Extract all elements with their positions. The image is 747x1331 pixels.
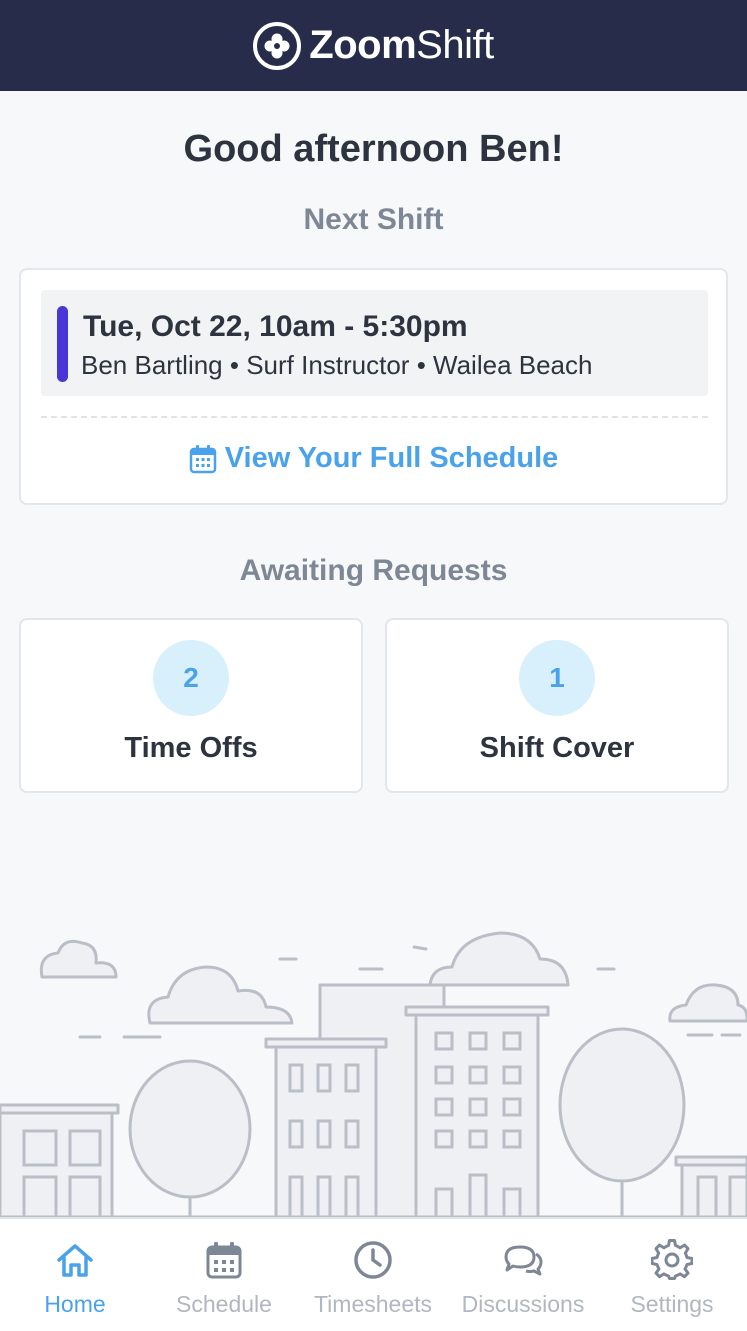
view-full-schedule-label: View Your Full Schedule	[224, 442, 559, 474]
tab-home[interactable]: Home	[0, 1219, 150, 1331]
time-offs-label: Time Offs	[124, 732, 258, 764]
tab-settings-label: Settings	[630, 1291, 714, 1317]
brand-name: ZoomShift	[309, 23, 494, 68]
clock-icon	[354, 1241, 392, 1279]
shift-cover-card[interactable]: 1 Shift Cover	[385, 618, 729, 793]
shift-color-bar	[57, 306, 68, 382]
chat-bubbles-icon	[504, 1245, 543, 1276]
tab-schedule-label: Schedule	[176, 1291, 272, 1317]
tab-discussions-label: Discussions	[461, 1291, 585, 1317]
view-full-schedule-link[interactable]: View Your Full Schedule	[21, 442, 726, 475]
awaiting-requests-heading: Awaiting Requests	[239, 554, 508, 587]
next-shift-heading: Next Shift	[303, 203, 444, 236]
shift-item[interactable]: Tue, Oct 22, 10am - 5:30pm Ben Bartling …	[41, 290, 708, 396]
tab-home-label: Home	[44, 1291, 106, 1317]
shift-time: Tue, Oct 22, 10am - 5:30pm	[83, 310, 468, 343]
greeting-title: Good afternoon Ben!	[183, 128, 564, 170]
tab-settings[interactable]: Settings	[597, 1219, 747, 1331]
time-offs-count-badge: 2	[153, 640, 229, 716]
brand-name-light: Shift	[416, 23, 494, 67]
app-header: ZoomShift	[0, 0, 747, 91]
next-shift-card: Tue, Oct 22, 10am - 5:30pm Ben Bartling …	[19, 268, 728, 505]
tab-discussions[interactable]: Discussions	[448, 1219, 598, 1331]
city-skyline-illustration	[0, 931, 747, 1220]
brand-logo: ZoomShift	[253, 21, 494, 70]
tab-schedule[interactable]: Schedule	[149, 1219, 299, 1331]
tab-timesheets-label: Timesheets	[313, 1291, 433, 1317]
shift-cover-label: Shift Cover	[479, 732, 635, 764]
tab-timesheets[interactable]: Timesheets	[298, 1219, 448, 1331]
shift-cover-count-badge: 1	[519, 640, 595, 716]
calendar-icon	[189, 444, 216, 473]
calendar-icon	[206, 1242, 242, 1279]
brand-name-bold: Zoom	[309, 23, 417, 67]
time-offs-card[interactable]: 2 Time Offs	[19, 618, 363, 793]
zoomshift-logo-icon	[253, 21, 302, 70]
divider	[41, 416, 708, 418]
home-icon	[57, 1244, 93, 1277]
gear-icon	[651, 1239, 693, 1280]
bottom-tab-bar: Home Schedule Timesheets Discussions Set…	[0, 1217, 747, 1331]
shift-details: Ben Bartling • Surf Instructor • Wailea …	[81, 350, 593, 380]
